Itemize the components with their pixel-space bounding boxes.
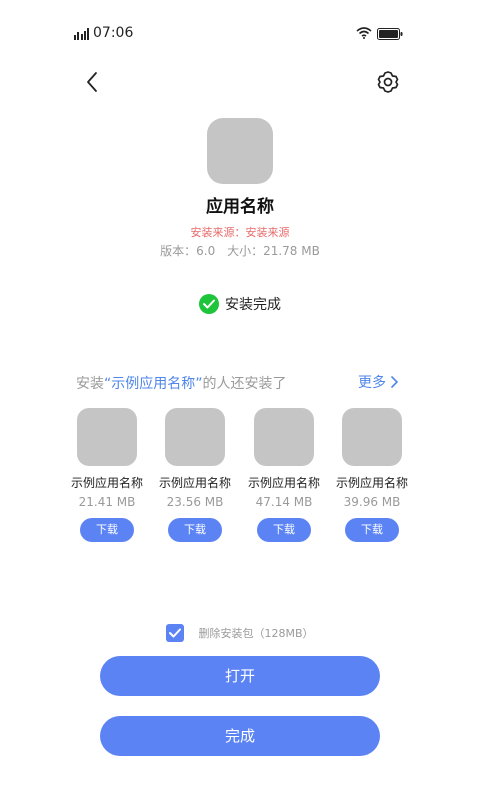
recommend-item[interactable]: 示例应用名称 21.41 MB 下载 (64, 408, 150, 542)
recommend-app-size: 39.96 MB (343, 495, 401, 509)
recommend-app-size: 47.14 MB (255, 495, 313, 509)
download-button[interactable]: 下载 (80, 518, 134, 542)
battery-icon (377, 28, 403, 40)
status-time: 07:06 (93, 25, 134, 41)
recommend-app-name: 示例应用名称 (158, 476, 231, 490)
version-info: 版本：6.0 大小：21.78 MB (0, 242, 480, 259)
done-button[interactable]: 完成 (100, 716, 380, 756)
download-button[interactable]: 下载 (257, 518, 311, 542)
recommend-title: 安装“示例应用名称”的人还安装了 (76, 373, 287, 393)
chevron-right-icon (391, 376, 398, 388)
recommend-app-icon (165, 408, 225, 466)
delete-package-checkbox[interactable] (166, 624, 185, 642)
delete-package-label: 删除安装包（128MB） (198, 627, 314, 640)
install-status: 安装完成 (0, 294, 480, 314)
recommend-title-highlight: “示例应用名称” (104, 376, 203, 392)
download-button[interactable]: 下载 (345, 518, 399, 542)
recommend-app-icon (342, 408, 402, 466)
recommend-app-size: 23.56 MB (166, 495, 224, 509)
app-icon (207, 118, 273, 184)
back-button[interactable] (80, 66, 108, 98)
recommend-app-size: 21.41 MB (78, 495, 136, 509)
recommend-item[interactable]: 示例应用名称 47.14 MB 下载 (241, 408, 327, 542)
recommend-title-suffix: 的人还安装了 (202, 376, 287, 392)
recommend-app-name: 示例应用名称 (335, 476, 408, 490)
more-link[interactable]: 更多 (358, 372, 398, 392)
recommend-app-icon (77, 408, 137, 466)
recommend-app-name: 示例应用名称 (70, 476, 143, 490)
recommend-app-icon (254, 408, 314, 466)
install-status-text: 安装完成 (225, 297, 281, 313)
size-text: 大小：21.78 MB (227, 244, 320, 258)
recommend-item[interactable]: 示例应用名称 39.96 MB 下载 (329, 408, 415, 542)
check-icon (169, 628, 182, 638)
recommend-item[interactable]: 示例应用名称 23.56 MB 下载 (152, 408, 238, 542)
more-label: 更多 (358, 375, 386, 391)
delete-package-row[interactable]: 删除安装包（128MB） (0, 624, 480, 642)
recommend-title-prefix: 安装 (76, 376, 104, 392)
app-name: 应用名称 (206, 197, 274, 217)
download-button[interactable]: 下载 (168, 518, 222, 542)
version-text: 版本：6.0 (160, 244, 216, 258)
signal-icon (74, 28, 89, 40)
gear-icon (377, 71, 399, 93)
settings-button[interactable] (374, 68, 402, 96)
check-icon (199, 294, 219, 314)
wifi-icon (356, 27, 372, 39)
install-source: 安装来源：安装来源 (190, 226, 290, 239)
recommend-app-name: 示例应用名称 (247, 476, 320, 490)
back-arrow-icon (87, 72, 97, 92)
open-button[interactable]: 打开 (100, 656, 380, 696)
